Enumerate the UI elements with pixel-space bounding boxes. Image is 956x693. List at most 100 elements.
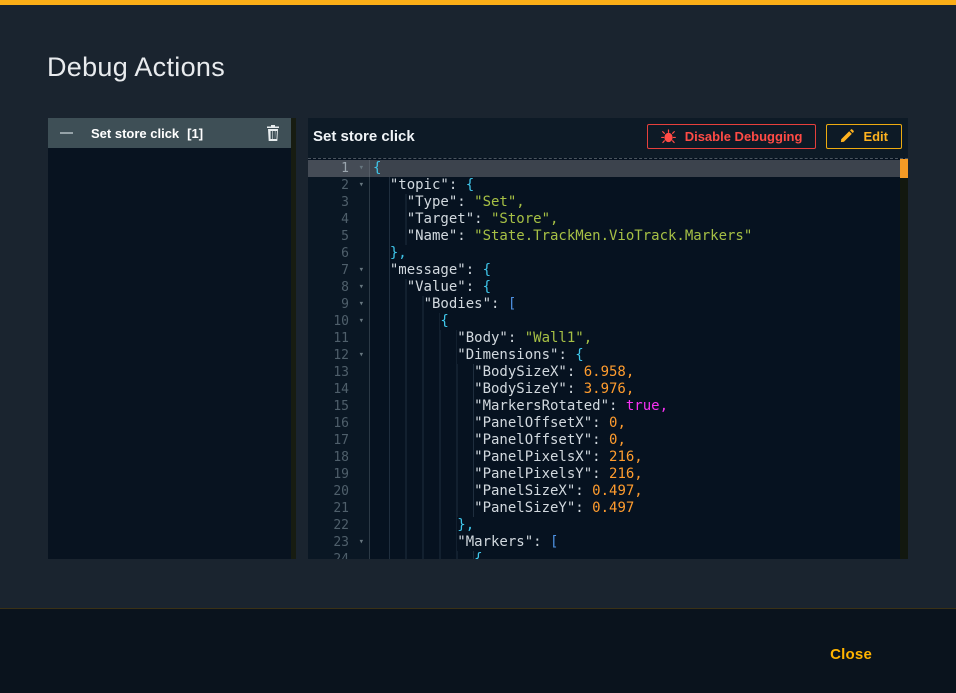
code-line[interactable]: 4"Target": "Store", bbox=[308, 211, 900, 228]
code-line[interactable]: 12▾"Dimensions": { bbox=[308, 347, 900, 364]
code-line[interactable]: 7▾"message": { bbox=[308, 262, 900, 279]
code-line-content: "Dimensions": { bbox=[370, 347, 900, 364]
code-line[interactable]: 9▾"Bodies": [ bbox=[308, 296, 900, 313]
code-line-content: "Markers": [ bbox=[370, 534, 900, 551]
code-line-content: }, bbox=[370, 245, 900, 262]
code-line-content: "PanelSizeX": 0.497, bbox=[370, 483, 900, 500]
code-line-content: "Bodies": [ bbox=[370, 296, 900, 313]
code-line[interactable]: 20"PanelSizeX": 0.497, bbox=[308, 483, 900, 500]
code-line[interactable]: 22}, bbox=[308, 517, 900, 534]
gutter-line-number: 16 bbox=[308, 415, 370, 432]
gutter-line-number: 17 bbox=[308, 432, 370, 449]
disable-debugging-button[interactable]: Disable Debugging bbox=[647, 124, 817, 149]
fold-toggle-icon[interactable]: ▾ bbox=[359, 178, 364, 193]
code-line[interactable]: 17"PanelOffsetY": 0, bbox=[308, 432, 900, 449]
gutter-line-number: 3 bbox=[308, 194, 370, 211]
actions-sidebar: Set store click [1] bbox=[48, 118, 296, 559]
code-line-content: "PanelPixelsY": 216, bbox=[370, 466, 900, 483]
gutter-line-number: 11 bbox=[308, 330, 370, 347]
gutter-line-number: 4 bbox=[308, 211, 370, 228]
sidebar-item-set-store-click[interactable]: Set store click [1] bbox=[48, 118, 291, 148]
action-detail-panel: Set store click bbox=[308, 118, 908, 559]
code-line[interactable]: 6}, bbox=[308, 245, 900, 262]
gutter-line-number: 10▾ bbox=[308, 313, 370, 330]
fold-toggle-icon[interactable]: ▾ bbox=[359, 161, 364, 176]
gutter-line-number: 21 bbox=[308, 500, 370, 517]
gutter-line-number: 14 bbox=[308, 381, 370, 398]
fold-toggle-icon[interactable]: ▾ bbox=[359, 314, 364, 329]
gutter-line-number: 22 bbox=[308, 517, 370, 534]
code-line-content: "Body": "Wall1", bbox=[370, 330, 900, 347]
code-line[interactable]: 2▾"topic": { bbox=[308, 177, 900, 194]
gutter-line-number: 19 bbox=[308, 466, 370, 483]
code-line[interactable]: 23▾"Markers": [ bbox=[308, 534, 900, 551]
dialog-footer: Close bbox=[0, 608, 956, 693]
edit-button[interactable]: Edit bbox=[826, 124, 902, 149]
code-line[interactable]: 19"PanelPixelsY": 216, bbox=[308, 466, 900, 483]
code-line-content: "PanelSizeY": 0.497 bbox=[370, 500, 900, 517]
gutter-line-number: 12▾ bbox=[308, 347, 370, 364]
code-line[interactable]: 16"PanelOffsetX": 0, bbox=[308, 415, 900, 432]
code-line-content: "BodySizeY": 3.976, bbox=[370, 381, 900, 398]
code-line-content: { bbox=[370, 160, 900, 177]
json-editor-lines: 1▾{2▾"topic": {3"Type": "Set",4"Target":… bbox=[308, 160, 900, 559]
gutter-line-number: 18 bbox=[308, 449, 370, 466]
editor-scrollbar-track[interactable] bbox=[900, 159, 908, 559]
code-line-content: "Value": { bbox=[370, 279, 900, 296]
code-line[interactable]: 8▾"Value": { bbox=[308, 279, 900, 296]
gutter-line-number: 5 bbox=[308, 228, 370, 245]
editor-scrollbar-thumb[interactable] bbox=[900, 159, 908, 178]
gutter-line-number: 20 bbox=[308, 483, 370, 500]
code-line[interactable]: 3"Type": "Set", bbox=[308, 194, 900, 211]
code-line[interactable]: 13"BodySizeX": 6.958, bbox=[308, 364, 900, 381]
fold-toggle-icon[interactable]: ▾ bbox=[359, 535, 364, 550]
code-line-content: "Target": "Store", bbox=[370, 211, 900, 228]
code-line[interactable]: 5"Name": "State.TrackMen.VioTrack.Marker… bbox=[308, 228, 900, 245]
code-line-content: "Type": "Set", bbox=[370, 194, 900, 211]
actions-list-body bbox=[48, 148, 291, 559]
collapse-minus-icon[interactable] bbox=[60, 132, 73, 134]
gutter-line-number: 9▾ bbox=[308, 296, 370, 313]
json-editor[interactable]: 1▾{2▾"topic": {3"Type": "Set",4"Target":… bbox=[308, 158, 908, 559]
disable-debugging-label: Disable Debugging bbox=[685, 129, 803, 144]
code-line[interactable]: 1▾{ bbox=[308, 160, 900, 177]
gutter-line-number: 15 bbox=[308, 398, 370, 415]
sidebar-scrollbar[interactable] bbox=[291, 118, 296, 559]
gutter-line-number: 13 bbox=[308, 364, 370, 381]
code-line[interactable]: 18"PanelPixelsX": 216, bbox=[308, 449, 900, 466]
fold-toggle-icon[interactable]: ▾ bbox=[359, 263, 364, 278]
code-line[interactable]: 14"BodySizeY": 3.976, bbox=[308, 381, 900, 398]
header-buttons: Disable Debugging Edit bbox=[647, 124, 902, 149]
pencil-icon bbox=[840, 129, 854, 143]
trash-icon bbox=[266, 125, 280, 141]
code-line-content: { bbox=[370, 551, 900, 559]
gutter-line-number: 2▾ bbox=[308, 177, 370, 194]
code-line[interactable]: 10▾{ bbox=[308, 313, 900, 330]
fold-toggle-icon[interactable]: ▾ bbox=[359, 348, 364, 363]
code-line-content: "BodySizeX": 6.958, bbox=[370, 364, 900, 381]
actions-list: Set store click [1] bbox=[48, 118, 291, 559]
code-line[interactable]: 24{ bbox=[308, 551, 900, 559]
code-line[interactable]: 21"PanelSizeY": 0.497 bbox=[308, 500, 900, 517]
gutter-line-number: 23▾ bbox=[308, 534, 370, 551]
fold-toggle-icon[interactable]: ▾ bbox=[359, 280, 364, 295]
fold-toggle-icon[interactable]: ▾ bbox=[359, 297, 364, 312]
gutter-line-number: 6 bbox=[308, 245, 370, 262]
edit-label: Edit bbox=[863, 129, 888, 144]
code-line[interactable]: 15"MarkersRotated": true, bbox=[308, 398, 900, 415]
code-line-content: { bbox=[370, 313, 900, 330]
code-line-content: "PanelOffsetX": 0, bbox=[370, 415, 900, 432]
close-button[interactable]: Close bbox=[830, 646, 872, 663]
gutter-line-number: 1▾ bbox=[308, 160, 370, 177]
bug-icon bbox=[661, 129, 676, 144]
sidebar-item-label: Set store click bbox=[91, 126, 179, 141]
delete-action-button[interactable] bbox=[266, 125, 280, 141]
code-line-content: "topic": { bbox=[370, 177, 900, 194]
accent-top-bar bbox=[0, 0, 956, 5]
code-line-content: "PanelPixelsX": 216, bbox=[370, 449, 900, 466]
gutter-line-number: 7▾ bbox=[308, 262, 370, 279]
gutter-line-number: 8▾ bbox=[308, 279, 370, 296]
code-line-content: "Name": "State.TrackMen.VioTrack.Markers… bbox=[370, 228, 900, 245]
code-line[interactable]: 11"Body": "Wall1", bbox=[308, 330, 900, 347]
code-line-content: "MarkersRotated": true, bbox=[370, 398, 900, 415]
